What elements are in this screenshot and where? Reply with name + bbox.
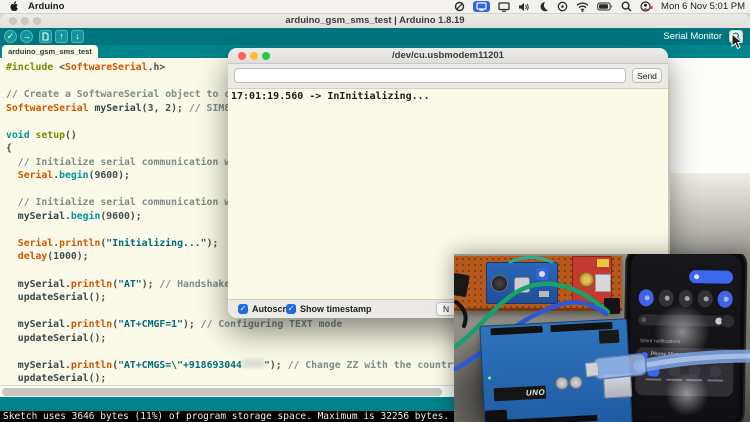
search-icon[interactable] bbox=[621, 1, 632, 12]
scrollbar-thumb[interactable] bbox=[2, 388, 442, 396]
wifi-icon[interactable] bbox=[576, 2, 589, 12]
sm-window-title: /dev/cu.usbmodem11201 bbox=[392, 50, 504, 61]
record-icon[interactable] bbox=[454, 1, 465, 12]
serial-output-line: 17:01:19.560 -> InInitializing... bbox=[231, 91, 430, 102]
display-icon[interactable] bbox=[498, 1, 510, 12]
console-message: Sketch uses 3646 bytes (11%) of program … bbox=[3, 411, 450, 422]
verify-button[interactable]: ✓ bbox=[4, 30, 17, 43]
tab-arduino-gsm-sms-test[interactable]: arduino_gsm_sms_test bbox=[2, 45, 98, 58]
save-sketch-button[interactable]: ↓ bbox=[71, 30, 84, 43]
serial-monitor-title-bar: /dev/cu.usbmodem11201 bbox=[228, 48, 668, 64]
ide-toolbar: ✓ → ↑ ↓ Serial Monitor bbox=[0, 28, 750, 45]
volume-icon[interactable] bbox=[518, 2, 530, 12]
ide-title-bar: arduino_gsm_sms_test | Arduino 1.8.19 bbox=[0, 13, 750, 29]
apple-menu-icon[interactable] bbox=[10, 1, 19, 12]
new-sketch-button[interactable] bbox=[39, 30, 52, 43]
menu-clock[interactable]: Mon 6 Nov 5:01 PM bbox=[661, 1, 745, 12]
send-button[interactable]: Send bbox=[632, 68, 662, 83]
show-timestamp-label: Show timestamp bbox=[300, 304, 372, 314]
screen: Arduino Mon 6 Nov 5:01 PM arduino_gsm_sm… bbox=[0, 0, 750, 422]
moon-icon[interactable] bbox=[538, 1, 549, 12]
disc-icon[interactable] bbox=[557, 1, 568, 12]
upload-button[interactable]: → bbox=[20, 30, 33, 43]
open-sketch-button[interactable]: ↑ bbox=[55, 30, 68, 43]
fast-user-switch-icon[interactable] bbox=[640, 1, 653, 12]
camera-overlay: Silent notifications Phone Manager bbox=[454, 254, 750, 422]
menu-status-area: Mon 6 Nov 5:01 PM bbox=[454, 1, 745, 12]
autoscroll-checkbox[interactable]: ✓ bbox=[238, 304, 248, 314]
mouse-cursor bbox=[731, 33, 744, 50]
serial-input-field[interactable] bbox=[234, 68, 626, 83]
menu-bar: Arduino Mon 6 Nov 5:01 PM bbox=[0, 0, 750, 14]
show-timestamp-checkbox[interactable]: ✓ bbox=[286, 304, 296, 314]
menu-app-name[interactable]: Arduino bbox=[28, 1, 64, 12]
serial-monitor-tooltip: Serial Monitor bbox=[663, 31, 722, 42]
screen-mirror-icon[interactable] bbox=[473, 1, 491, 12]
overlay-shadow bbox=[670, 173, 750, 267]
editor-right-panel bbox=[670, 58, 750, 173]
usb-cable bbox=[585, 349, 750, 380]
tab-label: arduino_gsm_sms_test bbox=[8, 47, 92, 56]
battery-icon[interactable] bbox=[597, 2, 613, 11]
ide-window-title: arduino_gsm_sms_test | Arduino 1.8.19 bbox=[285, 15, 465, 26]
